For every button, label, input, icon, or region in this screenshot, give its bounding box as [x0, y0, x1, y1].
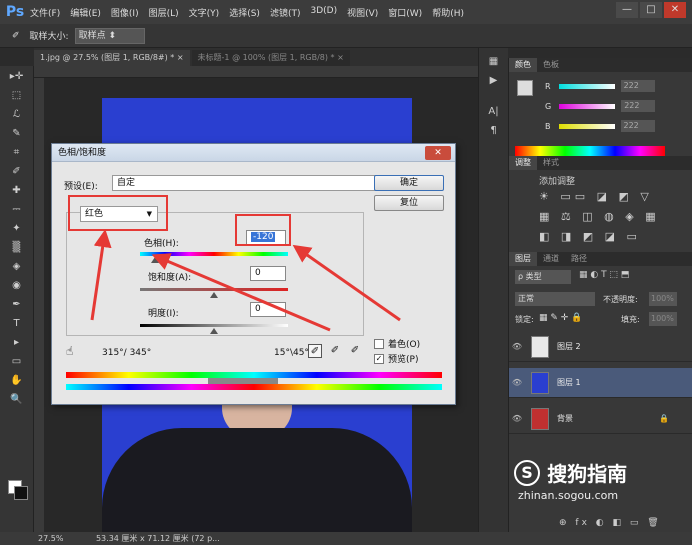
watermark: S 搜狗指南 zhinan.sogou.com — [514, 458, 684, 502]
sogou-logo-icon: S — [514, 459, 540, 486]
watermark-url: zhinan.sogou.com — [518, 489, 619, 502]
watermark-text: 搜狗指南 — [547, 462, 628, 486]
